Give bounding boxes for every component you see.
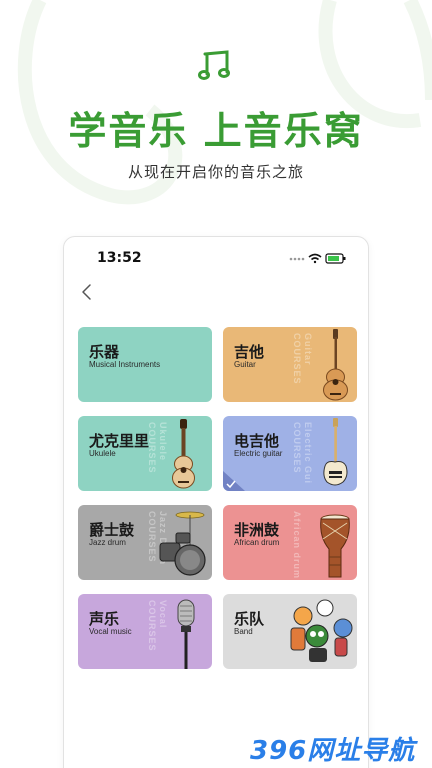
card-subtitle: Jazz drum xyxy=(89,538,126,547)
status-time: 13:52 xyxy=(97,250,142,266)
card-subtitle: African drum xyxy=(234,538,280,547)
signal-dots-icon xyxy=(289,257,305,261)
acoustic-guitar-icon xyxy=(323,329,348,401)
wifi-icon xyxy=(308,253,322,264)
card-title: 乐队 xyxy=(234,610,265,628)
band-characters-icon xyxy=(290,599,353,662)
card-band[interactable]: 乐队 Band xyxy=(223,594,357,669)
card-title: 电吉他 xyxy=(234,432,280,450)
card-subtitle: Electric guitar xyxy=(234,449,283,458)
card-vocal-music[interactable]: 声乐 Vocal music Vocal COURSES xyxy=(78,594,212,669)
card-subtitle: Band xyxy=(234,627,253,636)
card-title: 爵士鼓 xyxy=(89,521,135,539)
card-electric-guitar[interactable]: 电吉他 Electric guitar Electric Gui COURSES xyxy=(223,416,357,491)
hero-title: 学音乐 上音乐窝 xyxy=(68,109,364,153)
card-title: 吉他 xyxy=(234,343,265,361)
djembe-icon xyxy=(320,514,350,578)
card-guitar[interactable]: 吉他 Guitar Guitar COURSES xyxy=(223,327,357,402)
instrument-category-grid: 乐器 Musical Instruments 吉他 Guitar Guitar … xyxy=(78,327,357,671)
card-ukulele[interactable]: 尤克里里 Ukulele Ukulele COURSES xyxy=(78,416,212,491)
watermark-text: 396网址导航 xyxy=(250,736,416,766)
card-title: 尤克里里 xyxy=(89,432,150,450)
selected-check-icon xyxy=(223,471,245,491)
card-title: 非洲鼓 xyxy=(234,521,280,539)
status-icons xyxy=(289,253,346,264)
electric-guitar-icon xyxy=(323,418,348,486)
battery-icon xyxy=(325,253,346,264)
card-title: 声乐 xyxy=(89,610,120,628)
card-subtitle: Guitar xyxy=(234,360,256,369)
card-subtitle: Musical Instruments xyxy=(89,360,161,369)
card-musical-instruments[interactable]: 乐器 Musical Instruments xyxy=(78,327,212,402)
music-note-icon xyxy=(198,50,230,80)
microphone-icon xyxy=(177,599,195,669)
card-subtitle: Vocal music xyxy=(89,627,132,636)
card-title: 乐器 xyxy=(89,343,120,361)
ukulele-icon xyxy=(172,419,195,489)
card-subtitle: Ukulele xyxy=(89,449,116,458)
hero-subtitle: 从现在开启你的音乐之旅 xyxy=(127,163,304,181)
card-jazz-drum[interactable]: 爵士鼓 Jazz drum Jazz Drum COURSES xyxy=(78,505,212,580)
phone-mockup: 13:52 乐器 Musical Instruments 吉他 Guitar G… xyxy=(63,236,369,768)
card-african-drum[interactable]: 非洲鼓 African drum African drum xyxy=(223,505,357,580)
drum-kit-icon xyxy=(159,511,206,576)
back-chevron-icon[interactable] xyxy=(78,281,98,303)
